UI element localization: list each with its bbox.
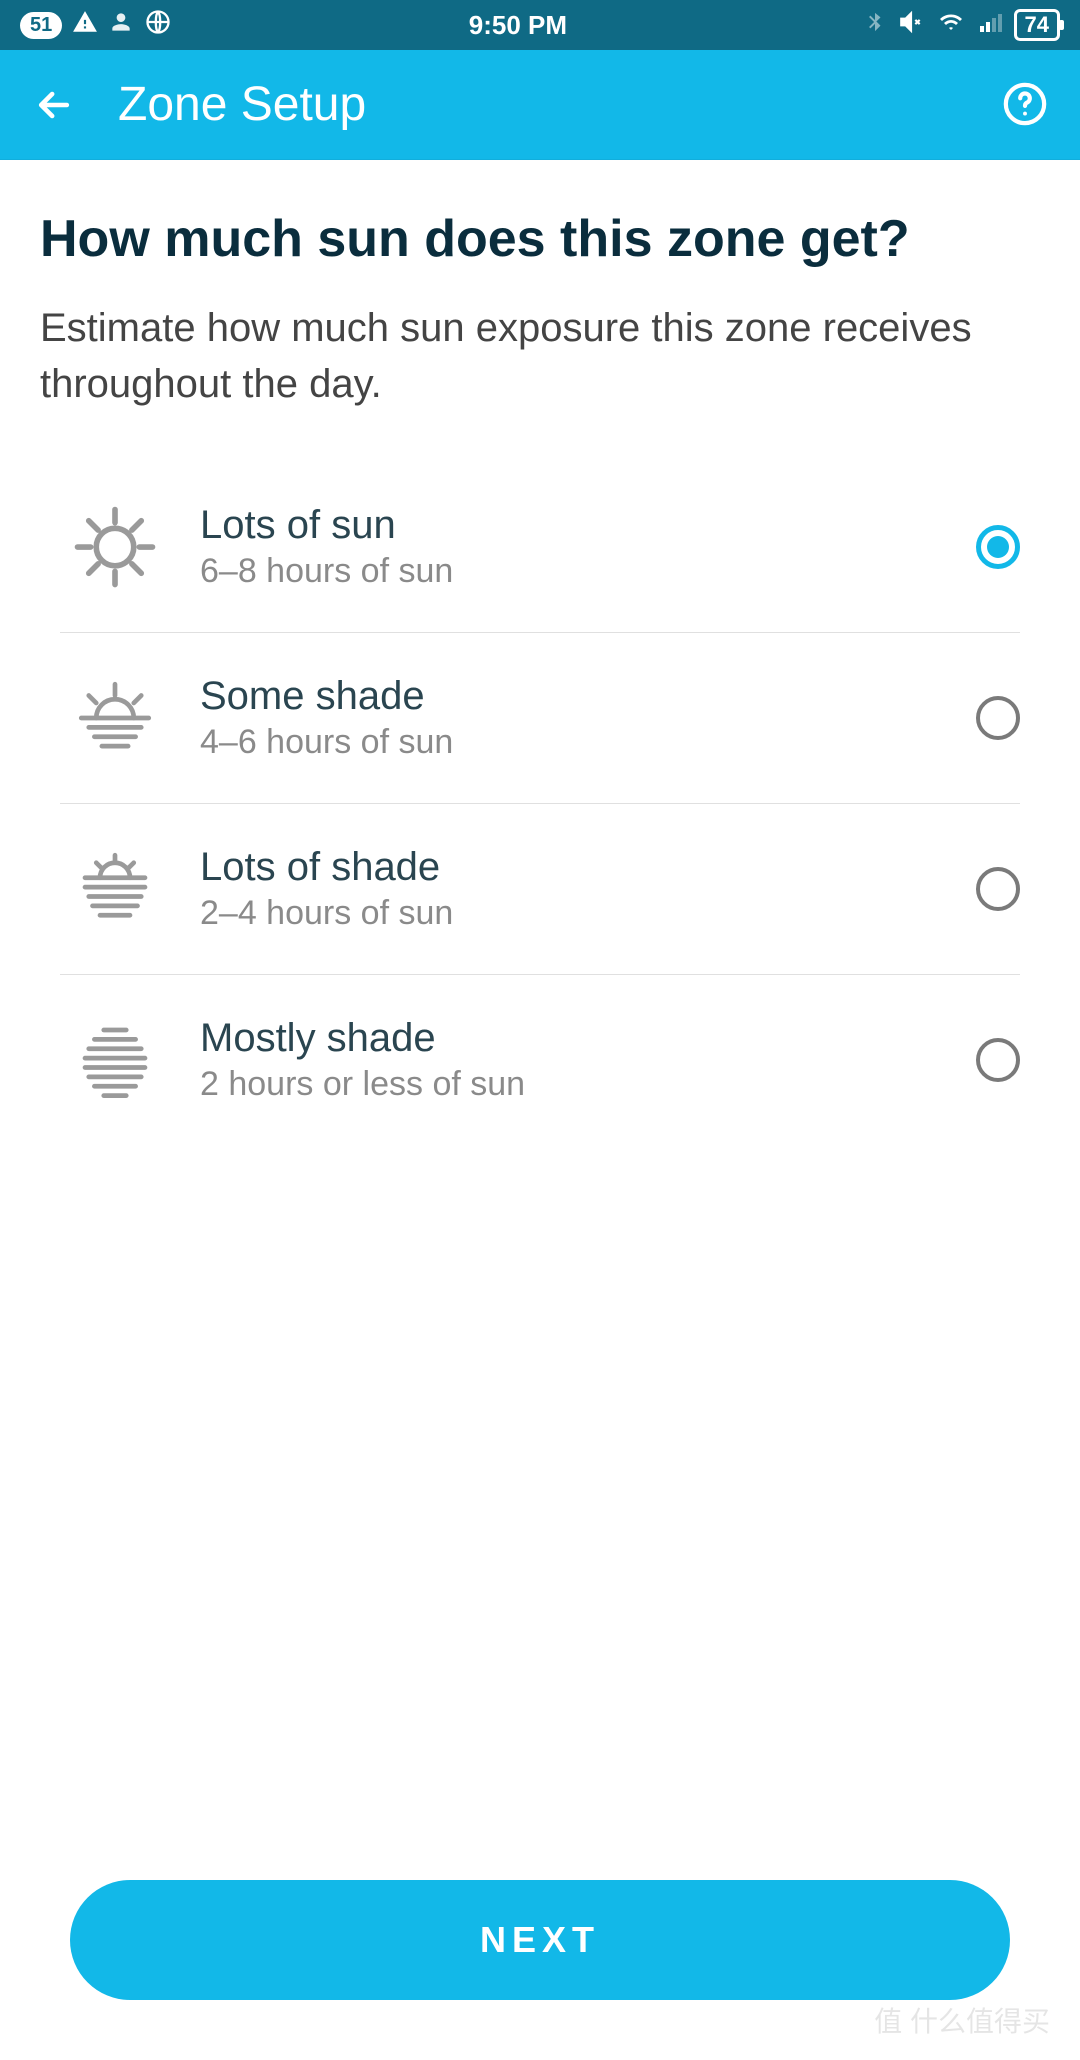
- notification-count-badge: 51: [20, 12, 62, 39]
- option-subtitle: 4–6 hours of sun: [200, 723, 976, 762]
- shade-icon: [60, 1015, 170, 1105]
- radio-unselected[interactable]: [976, 696, 1020, 740]
- watermark: 值 什么值得买: [874, 2000, 1050, 2040]
- question-subtext: Estimate how much sun exposure this zone…: [40, 300, 1040, 412]
- page-title: Zone Setup: [118, 77, 962, 132]
- option-title: Lots of sun: [200, 503, 976, 548]
- cell-signal-icon: [976, 10, 1004, 41]
- app-bar: Zone Setup: [0, 50, 1080, 160]
- mostly-shade-icon: [60, 844, 170, 934]
- warning-icon: [72, 9, 98, 42]
- sun-icon: [60, 502, 170, 592]
- content: How much sun does this zone get? Estimat…: [0, 160, 1080, 1145]
- option-subtitle: 6–8 hours of sun: [200, 552, 976, 591]
- globe-icon: [144, 8, 172, 43]
- radio-unselected[interactable]: [976, 1038, 1020, 1082]
- option-subtitle: 2 hours or less of sun: [200, 1065, 976, 1104]
- option-text: Mostly shade 2 hours or less of sun: [200, 1016, 976, 1104]
- option-text: Lots of shade 2–4 hours of sun: [200, 845, 976, 933]
- option-text: Some shade 4–6 hours of sun: [200, 674, 976, 762]
- status-left: 51: [20, 8, 172, 43]
- status-bar: 51 9:50 PM 74: [0, 0, 1080, 50]
- wifi-icon: [936, 10, 966, 41]
- option-lots-of-sun[interactable]: Lots of sun 6–8 hours of sun: [60, 462, 1020, 633]
- option-title: Lots of shade: [200, 845, 976, 890]
- option-text: Lots of sun 6–8 hours of sun: [200, 503, 976, 591]
- battery-badge: 74: [1014, 9, 1060, 41]
- option-some-shade[interactable]: Some shade 4–6 hours of sun: [60, 633, 1020, 804]
- option-subtitle: 2–4 hours of sun: [200, 894, 976, 933]
- option-mostly-shade[interactable]: Mostly shade 2 hours or less of sun: [60, 975, 1020, 1145]
- help-button[interactable]: [1002, 81, 1050, 129]
- option-title: Mostly shade: [200, 1016, 976, 1061]
- status-right: 74: [864, 9, 1060, 42]
- back-button[interactable]: [30, 81, 78, 129]
- volume-mute-icon: [896, 9, 926, 42]
- option-title: Some shade: [200, 674, 976, 719]
- radio-unselected[interactable]: [976, 867, 1020, 911]
- partial-sun-icon: [60, 673, 170, 763]
- person-icon: [108, 9, 134, 42]
- question-heading: How much sun does this zone get?: [40, 210, 1040, 270]
- option-lots-of-shade[interactable]: Lots of shade 2–4 hours of sun: [60, 804, 1020, 975]
- bluetooth-icon: [864, 9, 886, 42]
- status-time: 9:50 PM: [469, 10, 567, 41]
- next-button[interactable]: NEXT: [70, 1880, 1010, 2000]
- options-list: Lots of sun 6–8 hours of sun Some shade …: [40, 462, 1040, 1145]
- radio-selected[interactable]: [976, 525, 1020, 569]
